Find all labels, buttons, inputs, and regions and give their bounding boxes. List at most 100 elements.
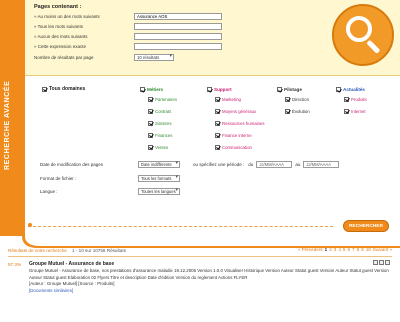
domain-item-checkbox[interactable] [215,108,220,114]
none-words-input[interactable] [134,32,222,40]
domain-item-checkbox[interactable] [344,96,349,102]
domain-item[interactable]: Évolution [277,105,310,117]
domain-item-checkbox[interactable] [215,120,220,126]
domain-item-label: Marketing [222,96,241,102]
domain-item-label: Internet [351,108,366,114]
result-actions [373,260,390,265]
search-button[interactable]: RECHERCHER [343,220,389,232]
result-score: 97.3% [8,261,22,267]
page-link[interactable]: 10 [366,247,371,252]
domain-item[interactable]: Internet [336,105,367,117]
domain-item[interactable]: Contrats [140,105,177,117]
domain-group-checkbox[interactable] [336,87,341,92]
bullet-icon [28,223,32,227]
domain-group-pilotage: Pilotage Direction Évolution [277,86,310,117]
domain-item-checkbox[interactable] [148,144,153,150]
page-link[interactable]: 6 [347,247,350,252]
domain-item-label: Communication [222,144,252,150]
domain-item-label: Finances [155,132,173,138]
page-link[interactable]: 7 [352,247,355,252]
domain-item-checkbox[interactable] [215,132,220,138]
domain-item[interactable]: Sinistres [140,117,177,129]
domain-group-checkbox[interactable] [140,87,145,92]
result-title-link[interactable]: Groupe Mutuel - Assurance de base [29,261,114,267]
previous-page-link[interactable]: « Précédent [298,247,323,252]
criteria-row-none-words: » Aucun des mots suivants [34,32,222,40]
domain-group-header[interactable]: Actualités [336,86,367,93]
domain-item-checkbox[interactable] [148,120,153,126]
share-icon[interactable] [385,260,390,265]
domain-item-label: Contrats [155,108,172,114]
preview-icon[interactable] [373,260,378,265]
all-domains-check-icon[interactable] [42,86,47,92]
page-link[interactable]: 2 [329,247,332,252]
domain-group-checkbox[interactable] [207,87,212,92]
page-link[interactable]: 5 [343,247,346,252]
domain-group-header[interactable]: Pilotage [277,86,310,93]
similar-documents-link[interactable]: [Documents similaires] [8,288,392,295]
page-link[interactable]: 4 [338,247,341,252]
domain-group-label: Actualités [343,87,365,92]
domain-item-label: Sinistres [155,120,172,126]
domain-item-label: Direction [292,96,309,102]
domain-item-label: Partenaires [155,96,177,102]
advanced-search-label: RECHERCHE AVANCÉE [4,80,11,170]
all-words-input[interactable] [134,22,222,30]
language-option-row: Langue : Toutes les langues [40,187,180,195]
domain-item-label: Finance interne [222,132,252,138]
print-icon[interactable] [379,260,384,265]
advanced-search-tab: RECHERCHE AVANCÉE [0,0,25,236]
results-bar: Résultats de votre recherche 1 - 10 sur … [8,246,392,255]
to-label: au [295,161,301,167]
any-words-label: » Au moins un des mots suivants [34,13,100,19]
domain-item[interactable]: Communication [207,141,265,153]
domain-item-label: Ressources humaines [222,120,265,126]
domain-item-checkbox[interactable] [215,144,220,150]
domain-group-actualites: Actualités Produits Internet [336,86,367,117]
domain-item[interactable]: Marketing [207,93,265,105]
result-snippet: Groupe Mutuel - Assurance de base, nos p… [29,268,389,280]
all-domains-checkbox[interactable]: Tous domaines [42,86,85,92]
date-to-input[interactable]: JJ/MM/AAAA [303,160,340,168]
criteria-row-any-words: » Au moins un des mots suivants Assuranc… [34,12,222,20]
domain-item-checkbox[interactable] [215,96,220,102]
domain-item-checkbox[interactable] [285,96,290,102]
domain-item-checkbox[interactable] [148,96,153,102]
exact-phrase-label: » Cette expression exacte [34,43,87,49]
page-link[interactable]: 3 [334,247,337,252]
results-title: Résultats de votre recherche [8,248,67,253]
domain-item-checkbox[interactable] [148,108,153,114]
page-link[interactable]: 8 [357,247,360,252]
format-select[interactable]: Tous les formats [138,174,180,182]
domain-group-header[interactable]: Métiers [140,86,177,93]
domain-item[interactable]: Moyens généraux [207,105,265,117]
per-page-select[interactable]: 10 résultats [134,53,174,61]
domain-item[interactable]: Ventes [140,141,177,153]
criteria-row-exact-phrase: » Cette expression exacte [34,42,222,50]
domain-item-checkbox[interactable] [285,108,290,114]
domain-item[interactable]: Finances [140,129,177,141]
format-option-row: Format de fichier : Tous les formats [40,174,180,182]
domain-item[interactable]: Ressources humaines [207,117,265,129]
exact-phrase-input[interactable] [134,42,222,50]
domain-group-checkbox[interactable] [277,87,282,92]
domain-item[interactable]: Finance interne [207,129,265,141]
domain-group-label: Pilotage [284,87,302,92]
language-select[interactable]: Toutes les langues [138,187,180,195]
domain-item[interactable]: Produits [336,93,367,105]
result-header: 97.3% Groupe Mutuel - Assurance de base [8,260,392,268]
domain-item-checkbox[interactable] [148,132,153,138]
criteria-row-per-page: Nombre de résultats par page 10 résultat… [34,53,174,61]
date-select[interactable]: Date indifférente [138,160,180,168]
format-label: Format de fichier : [40,175,77,181]
domain-item[interactable]: Partenaires [140,93,177,105]
per-page-label: Nombre de résultats par page [34,54,94,60]
domain-item[interactable]: Direction [277,93,310,105]
domain-group-support: Support Marketing Moyens généraux Ressource… [207,86,265,153]
domain-item-checkbox[interactable] [344,108,349,114]
any-words-input[interactable]: Assurance AOS [134,12,222,20]
date-from-input[interactable]: JJ/MM/AAAA [256,160,293,168]
domain-group-header[interactable]: Support [207,86,265,93]
next-page-link[interactable]: Suivant » [373,247,392,252]
page-link[interactable]: 9 [361,247,364,252]
